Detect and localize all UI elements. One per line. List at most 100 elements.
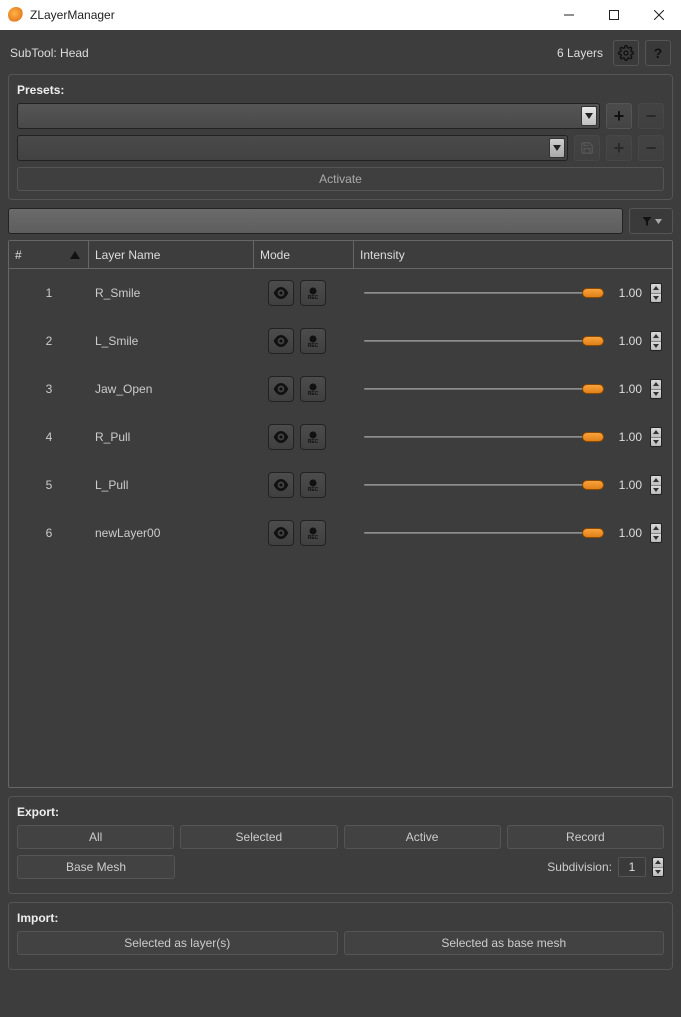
intensity-slider[interactable] (364, 427, 604, 447)
intensity-slider[interactable] (364, 523, 604, 543)
layer-row[interactable]: 4R_PullREC1.00 (9, 413, 672, 461)
intensity-slider[interactable] (364, 283, 604, 303)
plus-icon: + (614, 106, 625, 127)
intensity-value: 1.00 (612, 478, 642, 492)
export-all-button[interactable]: All (17, 825, 174, 849)
add-preset-button[interactable]: + (606, 135, 632, 161)
minimize-button[interactable] (546, 0, 591, 30)
export-record-button[interactable]: Record (507, 825, 664, 849)
slider-thumb[interactable] (582, 336, 604, 346)
spinner-up-icon[interactable] (651, 524, 661, 534)
intensity-spinner[interactable] (650, 523, 662, 543)
svg-text:REC: REC (308, 487, 319, 492)
layer-row[interactable]: 1R_SmileREC1.00 (9, 269, 672, 317)
intensity-spinner[interactable] (650, 475, 662, 495)
spinner-down-icon[interactable] (651, 342, 661, 351)
export-active-button[interactable]: Active (344, 825, 501, 849)
preset-group-select[interactable] (17, 103, 600, 129)
chevron-down-icon (581, 106, 597, 126)
add-group-button[interactable]: + (606, 103, 632, 129)
save-preset-button[interactable] (574, 135, 600, 161)
slider-thumb[interactable] (582, 432, 604, 442)
slider-thumb[interactable] (582, 384, 604, 394)
layer-row[interactable]: 3Jaw_OpenREC1.00 (9, 365, 672, 413)
spinner-up-icon[interactable] (651, 332, 661, 342)
spinner-up-icon[interactable] (651, 380, 661, 390)
intensity-value: 1.00 (612, 430, 642, 444)
column-header-intensity[interactable]: Intensity (354, 241, 672, 268)
spinner-down-icon[interactable] (651, 486, 661, 495)
spinner-up-icon[interactable] (651, 428, 661, 438)
layer-row[interactable]: 6newLayer00REC1.00 (9, 509, 672, 557)
presets-panel: Presets: + − + − Activate (8, 74, 673, 200)
visibility-toggle[interactable] (268, 472, 294, 498)
export-selected-button[interactable]: Selected (180, 825, 337, 849)
intensity-spinner[interactable] (650, 379, 662, 399)
maximize-button[interactable] (591, 0, 636, 30)
record-toggle[interactable]: REC (300, 472, 326, 498)
spinner-up-icon[interactable] (651, 476, 661, 486)
intensity-slider[interactable] (364, 331, 604, 351)
layer-name: L_Pull (89, 478, 254, 492)
subtool-prefix: SubTool: (10, 46, 57, 60)
remove-preset-button[interactable]: − (638, 135, 664, 161)
layer-row[interactable]: 5L_Pull REC 1.00 (9, 461, 672, 509)
eye-icon (273, 527, 289, 539)
visibility-toggle[interactable] (268, 328, 294, 354)
spinner-up-icon[interactable] (651, 284, 661, 294)
subdivision-spinner[interactable] (652, 857, 664, 877)
record-icon: REC (305, 286, 321, 300)
layer-name: newLayer00 (89, 526, 254, 540)
record-toggle[interactable]: REC (300, 280, 326, 306)
column-header-name[interactable]: Layer Name (89, 241, 254, 268)
close-button[interactable] (636, 0, 681, 30)
import-as-basemesh-button[interactable]: Selected as base mesh (344, 931, 665, 955)
spinner-down-icon[interactable] (651, 438, 661, 447)
intensity-value: 1.00 (612, 382, 642, 396)
layer-name: R_Pull (89, 430, 254, 444)
subtool-name: Head (60, 46, 89, 60)
intensity-slider[interactable] (364, 379, 604, 399)
settings-button[interactable] (613, 40, 639, 66)
visibility-toggle[interactable] (268, 424, 294, 450)
help-button[interactable]: ? (645, 40, 671, 66)
layer-row[interactable]: 2L_SmileREC1.00 (9, 317, 672, 365)
remove-group-button[interactable]: − (638, 103, 664, 129)
visibility-toggle[interactable] (268, 520, 294, 546)
spinner-down-icon[interactable] (651, 390, 661, 399)
record-toggle[interactable]: REC (300, 376, 326, 402)
record-icon: REC (305, 334, 321, 348)
visibility-toggle[interactable] (268, 376, 294, 402)
preset-select[interactable] (17, 135, 568, 161)
record-toggle[interactable]: REC (300, 520, 326, 546)
record-toggle[interactable]: REC (300, 424, 326, 450)
visibility-toggle[interactable] (268, 280, 294, 306)
intensity-value: 1.00 (612, 286, 642, 300)
intensity-spinner[interactable] (650, 331, 662, 351)
slider-thumb[interactable] (582, 528, 604, 538)
record-toggle[interactable]: REC (300, 328, 326, 354)
grid-header: # Layer Name Mode Intensity (9, 241, 672, 269)
plus-icon: + (614, 138, 625, 159)
spinner-down-icon[interactable] (653, 868, 663, 877)
column-header-number[interactable]: # (9, 241, 89, 268)
filter-input[interactable] (8, 208, 623, 234)
spinner-down-icon[interactable] (651, 534, 661, 543)
column-header-mode[interactable]: Mode (254, 241, 354, 268)
spinner-up-icon[interactable] (653, 858, 663, 868)
slider-thumb[interactable] (582, 288, 604, 298)
filter-button[interactable] (629, 208, 673, 234)
intensity-slider[interactable] (364, 475, 604, 495)
layer-number: 6 (9, 526, 89, 540)
intensity-spinner[interactable] (650, 427, 662, 447)
intensity-spinner[interactable] (650, 283, 662, 303)
subdivision-value[interactable]: 1 (618, 857, 646, 877)
spinner-down-icon[interactable] (651, 294, 661, 303)
slider-thumb[interactable] (582, 480, 604, 490)
app-logo-icon (8, 7, 24, 23)
activate-button[interactable]: Activate (17, 167, 664, 191)
import-as-layers-button[interactable]: Selected as layer(s) (17, 931, 338, 955)
layer-number: 5 (9, 478, 89, 492)
eye-icon (273, 431, 289, 443)
export-basemesh-button[interactable]: Base Mesh (17, 855, 175, 879)
